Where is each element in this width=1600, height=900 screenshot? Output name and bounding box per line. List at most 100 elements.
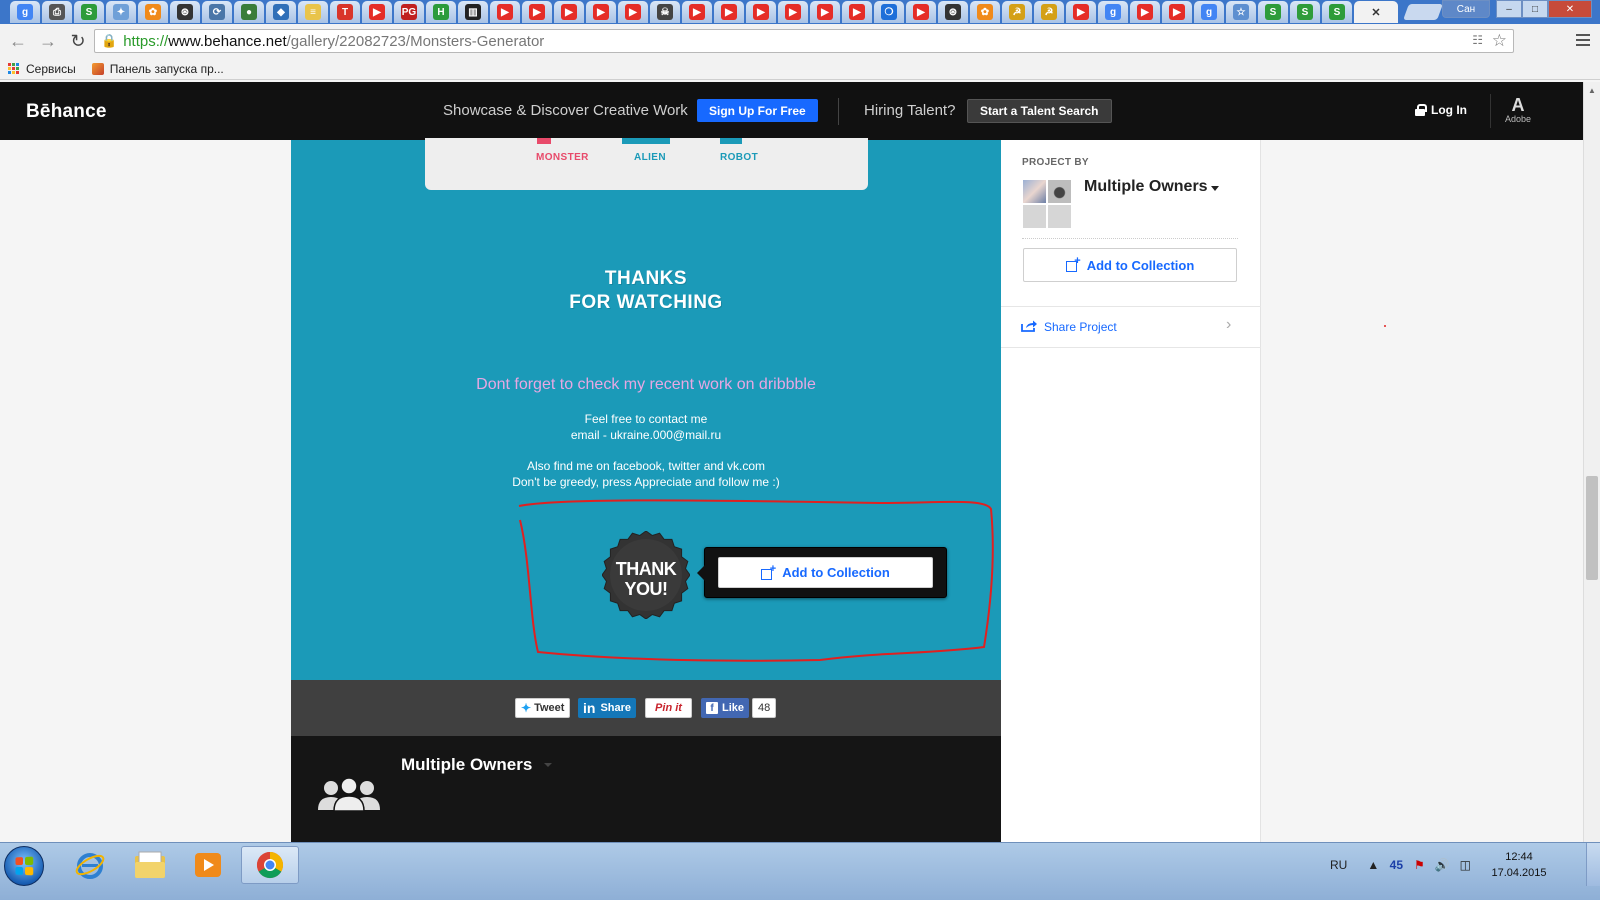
maximize-button[interactable]: □ <box>1522 0 1548 18</box>
back-icon[interactable]: ← <box>6 29 30 53</box>
owner-avatars[interactable] <box>1023 180 1071 228</box>
address-bar[interactable]: 🔒 https:// www.behance.net /gallery/2208… <box>94 29 1514 53</box>
browser-tab[interactable]: ▶ <box>714 1 744 23</box>
bookmark-apps[interactable]: Сервисы <box>8 62 76 76</box>
sidebar-owners-name[interactable]: Multiple Owners <box>1084 178 1208 196</box>
browser-tab[interactable]: ▶ <box>522 1 552 23</box>
internet-explorer-taskbar[interactable] <box>64 846 116 884</box>
minimize-button[interactable]: – <box>1496 0 1522 18</box>
bookmark-launcher[interactable]: Панель запуска пр... <box>91 62 224 76</box>
browser-tab[interactable]: ▶ <box>778 1 808 23</box>
browser-tab[interactable]: S <box>1258 1 1288 23</box>
arrow-up-icon[interactable]: ▲ <box>1365 857 1381 873</box>
browser-tab[interactable]: ✿ <box>138 1 168 23</box>
linkedin-share-button[interactable]: in Share <box>578 698 637 718</box>
browser-tab[interactable]: ⟳ <box>202 1 232 23</box>
dribbble-note: Dont forget to check my recent work on d… <box>476 376 816 393</box>
facebook-like-button[interactable]: f Like <box>701 698 750 718</box>
browser-tab[interactable]: ◆ <box>266 1 296 23</box>
tweet-button[interactable]: ✦ Tweet <box>515 698 571 718</box>
share-icon <box>1021 320 1037 332</box>
browser-tab-strip: g ⎙ S ✦ ✿ ⊛ ⟳ ● ◆ ≡ T ▶ PG H ▥ ▶ ▶ ▶ ▶ ▶ ☠ ▶ ▶ ▶ ▶ ▶ ▶ ❍ ▶ ⊛ ✿ ☭ ☭ ▶ g ▶ ▶ g ☆… <box>0 0 1600 24</box>
chrome-menu-icon[interactable] <box>1576 31 1590 49</box>
login-link[interactable]: Log In <box>1415 103 1467 117</box>
close-tab-icon[interactable]: ✕ <box>1371 6 1380 19</box>
clock[interactable]: 12:44 17.04.2015 <box>1474 849 1564 881</box>
browser-tab[interactable]: ✦ <box>106 1 136 23</box>
owner-avatar[interactable] <box>1048 180 1071 203</box>
sign-up-button[interactable]: Sign Up For Free <box>697 99 818 122</box>
browser-tab[interactable]: ▶ <box>618 1 648 23</box>
ms-icon[interactable]: 45 <box>1388 857 1404 873</box>
page-scrollbar[interactable]: ▲ ▼ <box>1583 82 1600 860</box>
show-desktop-button[interactable] <box>1586 843 1600 886</box>
pinterest-button[interactable]: Pin it <box>645 698 692 718</box>
browser-tab[interactable]: ☠ <box>650 1 680 23</box>
active-browser-tab[interactable]: ✕ <box>1354 1 1398 23</box>
owners-name[interactable]: Multiple Owners <box>401 755 532 775</box>
scroll-thumb[interactable] <box>1586 476 1598 580</box>
browser-tab[interactable]: ▶ <box>906 1 936 23</box>
profile-button[interactable]: Сан <box>1442 0 1490 18</box>
flag-icon[interactable]: ⚑ <box>1411 857 1427 873</box>
browser-tab[interactable]: S <box>74 1 104 23</box>
close-window-button[interactable]: ✕ <box>1548 0 1592 18</box>
translate-icon[interactable]: ☷ <box>1472 33 1483 47</box>
network-icon[interactable]: ◫ <box>1457 857 1473 873</box>
caret-down-icon[interactable] <box>544 763 552 767</box>
browser-tab[interactable]: S <box>1290 1 1320 23</box>
browser-tab[interactable]: ❍ <box>874 1 904 23</box>
media-player-taskbar[interactable] <box>182 846 234 884</box>
forward-icon[interactable]: → <box>36 29 60 53</box>
reload-icon[interactable]: ↻ <box>66 29 90 53</box>
scroll-up-icon[interactable]: ▲ <box>1584 82 1600 98</box>
robot-figure <box>720 138 742 144</box>
owner-avatar[interactable] <box>1023 180 1046 203</box>
browser-tab[interactable]: ▶ <box>842 1 872 23</box>
browser-tab[interactable]: H <box>426 1 456 23</box>
browser-tab[interactable]: ☭ <box>1034 1 1064 23</box>
add-to-collection-label: Add to Collection <box>782 565 890 580</box>
browser-tab[interactable]: g <box>1098 1 1128 23</box>
browser-tab[interactable]: ▶ <box>682 1 712 23</box>
adobe-link[interactable]: A Adobe <box>1502 96 1534 124</box>
browser-tab[interactable]: PG <box>394 1 424 23</box>
browser-tab[interactable]: ☭ <box>1002 1 1032 23</box>
browser-tab[interactable]: g <box>10 1 40 23</box>
chrome-icon <box>256 851 284 879</box>
browser-tab[interactable]: ▶ <box>1162 1 1192 23</box>
browser-tab[interactable]: ✿ <box>970 1 1000 23</box>
browser-tab[interactable]: ▶ <box>490 1 520 23</box>
chrome-taskbar[interactable] <box>241 846 299 884</box>
start-button[interactable] <box>4 846 44 886</box>
sidebar-add-to-collection-button[interactable]: Add to Collection <box>1023 248 1237 282</box>
new-tab-button[interactable] <box>1403 4 1443 20</box>
caret-down-icon[interactable] <box>1211 186 1219 191</box>
browser-tab[interactable]: ▶ <box>362 1 392 23</box>
browser-tab[interactable]: ▶ <box>554 1 584 23</box>
browser-tab[interactable]: ☆ <box>1226 1 1256 23</box>
browser-tab[interactable]: g <box>1194 1 1224 23</box>
behance-logo[interactable]: Bēhance <box>26 101 107 123</box>
browser-tab[interactable]: ▥ <box>458 1 488 23</box>
browser-tab[interactable]: T <box>330 1 360 23</box>
browser-tab[interactable]: ⊛ <box>938 1 968 23</box>
share-project-row[interactable]: Share Project › <box>1001 307 1261 347</box>
browser-tab[interactable]: ▶ <box>746 1 776 23</box>
language-indicator[interactable]: RU <box>1330 858 1347 872</box>
add-to-collection-button[interactable]: Add to Collection <box>718 557 933 588</box>
browser-tab[interactable]: ⎙ <box>42 1 72 23</box>
talent-search-button[interactable]: Start a Talent Search <box>967 99 1112 123</box>
browser-tab[interactable]: S <box>1322 1 1352 23</box>
volume-icon[interactable]: 🔊 <box>1434 857 1450 873</box>
browser-tab[interactable]: ● <box>234 1 264 23</box>
project-content: MONSTER ALIEN ROBOT THANKS FOR WATCHING … <box>291 138 1001 680</box>
browser-tab[interactable]: ⊛ <box>170 1 200 23</box>
browser-tab[interactable]: ≡ <box>298 1 328 23</box>
file-explorer-taskbar[interactable] <box>124 846 176 884</box>
browser-tab[interactable]: ▶ <box>1066 1 1096 23</box>
browser-tab[interactable]: ▶ <box>1130 1 1160 23</box>
bookmark-star-icon[interactable]: ☆ <box>1492 31 1507 51</box>
browser-tab[interactable]: ▶ <box>586 1 616 23</box>
browser-tab[interactable]: ▶ <box>810 1 840 23</box>
